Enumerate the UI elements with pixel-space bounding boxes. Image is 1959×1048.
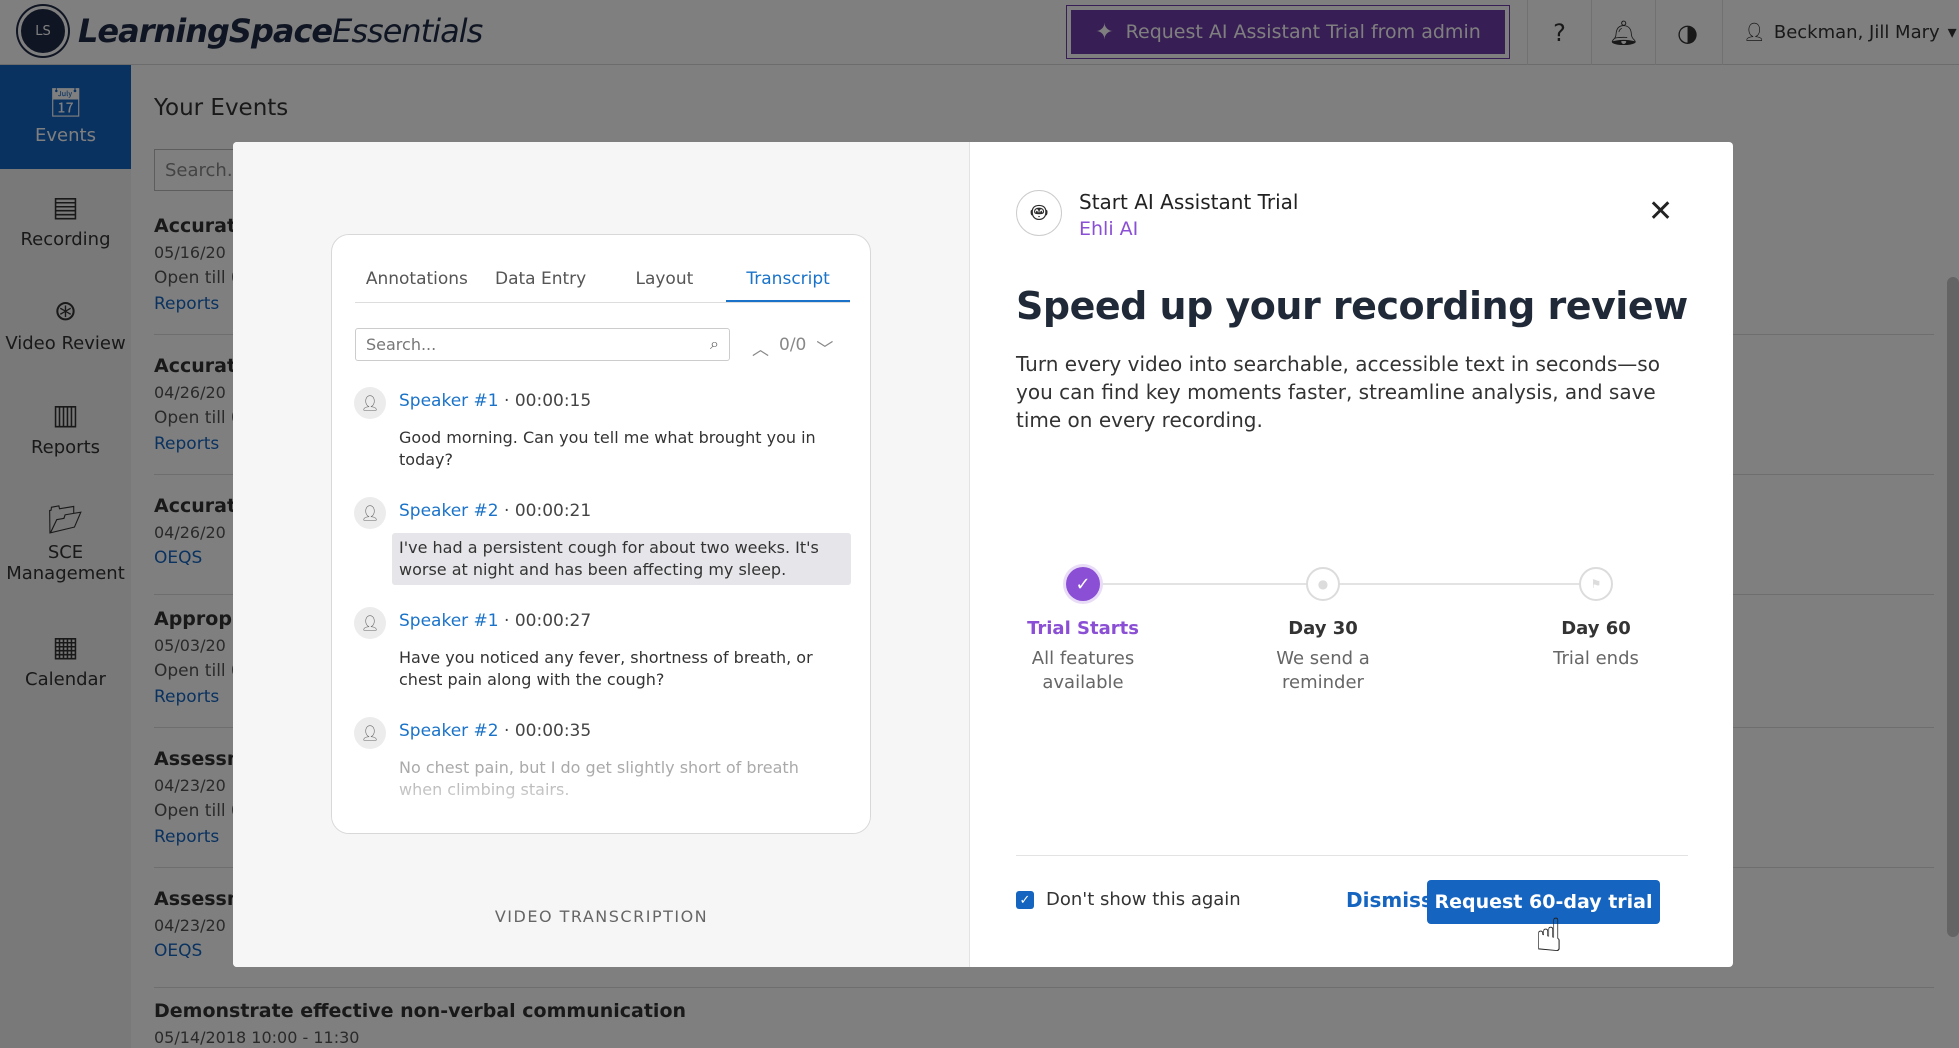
speaker-name: Speaker #2 (399, 501, 499, 521)
timestamp: 00:00:15 (514, 391, 592, 411)
transcript-text: Good morning. Can you tell me what broug… (399, 428, 816, 469)
timestamp: 00:00:35 (514, 721, 592, 741)
ai-trial-modal: Annotations Data Entry Layout Transcript… (233, 142, 1733, 967)
robot-icon: 🤖︎ (1016, 190, 1062, 236)
flag-icon: ⚑ (1579, 567, 1613, 601)
chevron-down-icon[interactable]: ﹀ (816, 335, 833, 360)
speaker-avatar-icon: 👤︎ (354, 717, 386, 749)
circle-dot-icon: ● (1306, 567, 1340, 601)
trial-info-panel: 🤖︎ Start AI Assistant Trial Ehli AI ✕ Sp… (971, 142, 1733, 967)
timeline-step: Day 30 We send a reminder (1276, 618, 1370, 693)
timestamp: 00:00:27 (514, 611, 592, 631)
transcript-preview-panel: Annotations Data Entry Layout Transcript… (233, 142, 970, 967)
preview-caption: VIDEO TRANSCRIPTION (494, 907, 709, 926)
transcript-preview-card: Annotations Data Entry Layout Transcript… (331, 234, 871, 834)
footer-divider (1016, 855, 1688, 856)
timestamp: 00:00:21 (514, 501, 592, 521)
transcript-entry[interactable]: 👤︎ Speaker #2 · 00:00:21 I've had a pers… (354, 497, 851, 585)
chevron-up-icon[interactable]: ︿ (752, 335, 769, 360)
transcript-search-input[interactable]: Search... ⌕ (355, 328, 730, 361)
speaker-avatar-icon: 👤︎ (354, 387, 386, 419)
headline: Speed up your recording review (1016, 284, 1688, 328)
hand-pointer-icon: ☝︎ (1535, 908, 1564, 962)
speaker-name: Speaker #1 (399, 391, 499, 411)
check-icon: ✓ (1066, 567, 1100, 601)
speaker-name: Speaker #2 (399, 721, 499, 741)
checkbox-label[interactable]: Don't show this again (1046, 889, 1241, 910)
modal-subtitle: Ehli AI (1079, 218, 1139, 240)
search-icon: ⌕ (710, 334, 719, 353)
fade-mask (332, 773, 870, 833)
close-icon[interactable]: ✕ (1648, 194, 1673, 229)
speaker-avatar-icon: 👤︎ (354, 497, 386, 529)
match-count: 0/0 (779, 335, 807, 355)
tab-data-entry[interactable]: Data Entry (479, 261, 603, 302)
tab-transcript[interactable]: Transcript (726, 261, 850, 302)
speaker-name: Speaker #1 (399, 611, 499, 631)
transcript-entry[interactable]: 👤︎ Speaker #1 · 00:00:15 Good morning. C… (354, 387, 851, 475)
dismiss-button[interactable]: Dismiss (1346, 888, 1433, 912)
timeline-track (1081, 583, 1601, 585)
tab-annotations[interactable]: Annotations (355, 261, 479, 302)
match-navigator: ︿ 0/0 ﹀ (752, 335, 833, 360)
transcript-text: Have you noticed any fever, shortness of… (399, 648, 813, 689)
preview-tabs: Annotations Data Entry Layout Transcript (355, 261, 850, 303)
timeline-step: Day 60 Trial ends (1553, 618, 1639, 669)
speaker-avatar-icon: 👤︎ (354, 607, 386, 639)
timeline-step: Trial Starts All features available (1027, 618, 1139, 693)
description: Turn every video into searchable, access… (1016, 352, 1660, 432)
modal-title: Start AI Assistant Trial (1079, 190, 1299, 214)
transcript-list: 👤︎ Speaker #1 · 00:00:15 Good morning. C… (354, 387, 851, 827)
transcript-entry[interactable]: 👤︎ Speaker #1 · 00:00:27 Have you notice… (354, 607, 851, 695)
tab-layout[interactable]: Layout (603, 261, 727, 302)
dont-show-again-checkbox[interactable]: ✓ (1016, 891, 1034, 909)
transcript-text-highlighted: I've had a persistent cough for about tw… (392, 533, 851, 585)
